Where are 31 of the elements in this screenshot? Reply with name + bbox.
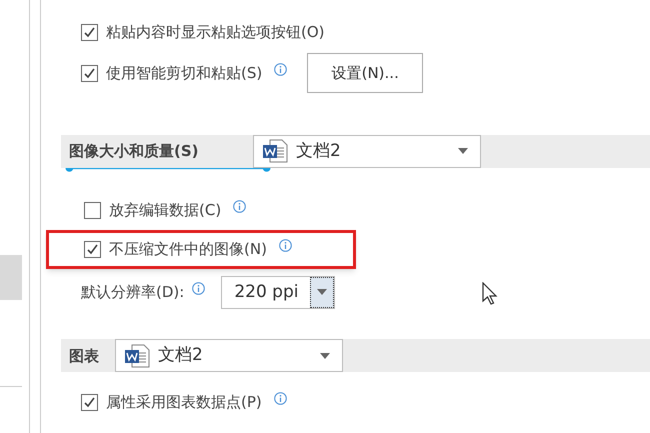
checkbox[interactable] xyxy=(84,202,101,218)
caret-icon xyxy=(458,148,468,154)
word-document-icon xyxy=(262,139,288,164)
settings-button[interactable]: 设置(N)... xyxy=(307,53,424,94)
mouse-cursor-icon xyxy=(482,282,498,306)
dropdown-value: 文档2 xyxy=(296,140,342,163)
checkbox-label: 不压缩文件中的图像(N) xyxy=(109,238,267,260)
document-dropdown[interactable]: 文档2 xyxy=(253,134,481,168)
dropdown-button[interactable] xyxy=(310,276,334,308)
info-icon[interactable] xyxy=(274,392,287,406)
info-icon[interactable] xyxy=(233,200,246,212)
section-title: 图像大小和质量(S) xyxy=(69,141,200,162)
checkbox-label: 放弃编辑数据(C) xyxy=(109,200,222,221)
resolution-label: 默认分辨率(D): xyxy=(81,282,184,304)
dropdown-value: 文档2 xyxy=(158,344,204,368)
checkbox[interactable] xyxy=(81,24,98,41)
resolution-dropdown[interactable]: 220 ppi xyxy=(221,276,336,309)
caret-icon xyxy=(320,352,330,359)
checkbox-label: 粘贴内容时显示粘贴选项按钮(O) xyxy=(106,22,325,43)
section-title: 图表 xyxy=(69,346,99,367)
info-icon[interactable] xyxy=(278,238,292,252)
word-document-icon xyxy=(124,344,150,368)
info-icon[interactable] xyxy=(192,282,206,295)
info-icon[interactable] xyxy=(274,62,288,76)
checkbox-label: 属性采用图表数据点(P) xyxy=(106,392,262,414)
checkbox[interactable] xyxy=(81,394,98,412)
document-dropdown[interactable]: 文档2 xyxy=(115,339,343,372)
caret-icon xyxy=(317,289,328,296)
checkbox[interactable] xyxy=(81,64,98,82)
checkbox[interactable] xyxy=(84,240,101,258)
checkbox-label: 使用智能剪切和粘贴(S) xyxy=(106,63,262,84)
